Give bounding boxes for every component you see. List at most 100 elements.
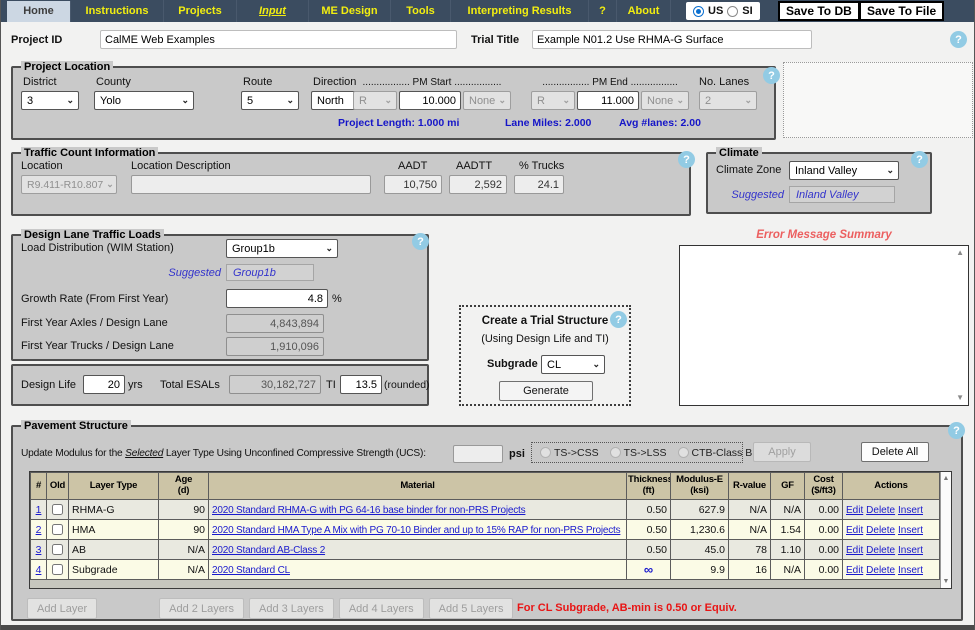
top-nav: HomeInstructionsProjectsInputME DesignTo… <box>1 0 975 22</box>
table-scrollbar[interactable]: ▲ ▼ <box>940 472 951 588</box>
trial-structure-help-icon[interactable]: ? <box>610 311 627 328</box>
trial-title-input[interactable] <box>532 30 812 49</box>
old-cell <box>47 500 69 520</box>
county-select[interactable]: Yolo⌄ <box>94 91 194 110</box>
tab-input[interactable]: Input <box>237 0 309 22</box>
edit-link[interactable]: Edit <box>846 545 863 556</box>
subgrade-select[interactable]: CL⌄ <box>541 355 605 374</box>
material-link[interactable]: 2020 Standard HMA Type A Mix with PG 70-… <box>212 525 620 536</box>
scroll-up-icon[interactable]: ▲ <box>943 475 950 482</box>
generate-button[interactable]: Generate <box>499 381 593 401</box>
ucs-input[interactable] <box>453 445 503 463</box>
thickness-cell: 0.50 <box>627 520 671 540</box>
page-help-icon[interactable]: ? <box>950 31 967 48</box>
layer-type-cell: RHMA-G <box>69 500 159 520</box>
old-checkbox[interactable] <box>52 504 63 515</box>
project-id-input[interactable] <box>100 30 457 49</box>
column-header-age: Age(d) <box>159 473 209 500</box>
save-to-db-button[interactable]: Save To DB <box>778 1 860 21</box>
tab-about[interactable]: About <box>617 0 671 22</box>
location-description-label: Location Description <box>131 160 231 172</box>
climate-help-icon[interactable]: ? <box>911 151 928 168</box>
project-location-help-icon[interactable]: ? <box>763 67 780 84</box>
save-to-file-button[interactable]: Save To File <box>859 1 944 21</box>
climate-legend: Climate <box>716 147 762 159</box>
delete-link[interactable]: Delete <box>866 525 895 536</box>
ucs-instruction: Update Modulus for the Selected Layer Ty… <box>21 448 451 459</box>
error-summary-box[interactable]: ▲ ▼ <box>679 245 969 406</box>
climate-zone-label: Climate Zone <box>716 164 781 176</box>
route-select[interactable]: 5⌄ <box>241 91 299 110</box>
layer-number-link[interactable]: 4 <box>36 564 42 576</box>
delete-link[interactable]: Delete <box>866 565 895 576</box>
radio-ts-lss[interactable] <box>610 447 621 458</box>
insert-link[interactable]: Insert <box>898 545 923 556</box>
material-link[interactable]: 2020 Standard RHMA-G with PG 64-16 base … <box>212 505 525 516</box>
layer-number-link[interactable]: 3 <box>36 544 42 556</box>
growth-rate-input[interactable] <box>226 289 328 308</box>
delete-all-button[interactable]: Delete All <box>861 442 929 462</box>
pavement-structure-legend: Pavement Structure <box>21 420 131 432</box>
us-radio[interactable] <box>693 6 704 17</box>
design-loads-help-icon[interactable]: ? <box>412 233 429 250</box>
tab-interpreting-results[interactable]: Interpreting Results <box>451 0 589 22</box>
material-link[interactable]: 2020 Standard CL <box>212 565 290 576</box>
radio-ts-css[interactable] <box>540 447 551 458</box>
tab-home[interactable]: Home <box>7 1 71 22</box>
old-checkbox[interactable] <box>52 564 63 575</box>
si-radio[interactable] <box>727 6 738 17</box>
scroll-down-icon[interactable]: ▼ <box>956 394 964 402</box>
edit-link[interactable]: Edit <box>846 565 863 576</box>
delete-link[interactable]: Delete <box>866 505 895 516</box>
pct-trucks-label: % Trucks <box>519 160 564 172</box>
layer-number-cell: 1 <box>31 500 47 520</box>
climate-section: Climate Climate Zone Inland Valley⌄ Sugg… <box>706 147 932 214</box>
tab-tools[interactable]: Tools <box>391 0 451 22</box>
layer-table-container: #OldLayer TypeAge(d)MaterialThickness(ft… <box>29 471 952 589</box>
scroll-down-icon[interactable]: ▼ <box>943 578 950 585</box>
trial-structure-box: Create a Trial Structure ? (Using Design… <box>459 305 631 406</box>
location-description-input[interactable] <box>131 175 371 194</box>
delete-link[interactable]: Delete <box>866 545 895 556</box>
old-checkbox[interactable] <box>52 524 63 535</box>
pavement-help-icon[interactable]: ? <box>948 422 965 439</box>
ti-input[interactable] <box>340 375 382 394</box>
pm-start-input[interactable] <box>399 91 461 110</box>
lane-miles-stat: Lane Miles: 2.000 <box>505 117 591 129</box>
tab-me-design[interactable]: ME Design <box>309 0 391 22</box>
traffic-count-help-icon[interactable]: ? <box>678 151 695 168</box>
thickness-cell: 0.50 <box>627 540 671 560</box>
tab-help[interactable]: ? <box>589 0 617 22</box>
insert-link[interactable]: Insert <box>898 525 923 536</box>
age-cell: N/A <box>159 560 209 580</box>
layer-type-cell: AB <box>69 540 159 560</box>
tab-instructions[interactable]: Instructions <box>71 0 164 22</box>
add-5-layers-button: Add 5 Layers <box>429 598 514 619</box>
design-loads-legend: Design Lane Traffic Loads <box>21 229 164 241</box>
layer-number-link[interactable]: 2 <box>36 524 42 536</box>
layer-number-link[interactable]: 1 <box>36 504 42 516</box>
insert-link[interactable]: Insert <box>898 505 923 516</box>
pct-trucks-input <box>514 175 564 194</box>
subgrade-note: For CL Subgrade, AB-min is 0.50 or Equiv… <box>517 602 737 614</box>
climate-zone-select[interactable]: Inland Valley⌄ <box>789 161 899 180</box>
location-select: R9.411-R10.807⌄ <box>21 175 117 194</box>
insert-link[interactable]: Insert <box>898 565 923 576</box>
material-link[interactable]: 2020 Standard AB-Class 2 <box>212 545 325 556</box>
wim-select[interactable]: Group1b⌄ <box>226 239 338 258</box>
district-select[interactable]: 3⌄ <box>21 91 79 110</box>
edit-link[interactable]: Edit <box>846 525 863 536</box>
error-summary-title: Error Message Summary <box>679 229 969 241</box>
edit-link[interactable]: Edit <box>846 505 863 516</box>
pm-end-input[interactable] <box>577 91 639 110</box>
layer-number-cell: 3 <box>31 540 47 560</box>
layer-table: #OldLayer TypeAge(d)MaterialThickness(ft… <box>30 472 940 580</box>
ti-rounded-label: (rounded) <box>384 379 430 391</box>
design-life-input[interactable] <box>83 375 125 394</box>
project-location-legend: Project Location <box>21 61 113 73</box>
modulus-cell: 45.0 <box>671 540 729 560</box>
old-checkbox[interactable] <box>52 544 63 555</box>
tab-projects[interactable]: Projects <box>164 0 237 22</box>
radio-ctb-class-b[interactable] <box>678 447 689 458</box>
scroll-up-icon[interactable]: ▲ <box>956 249 964 257</box>
